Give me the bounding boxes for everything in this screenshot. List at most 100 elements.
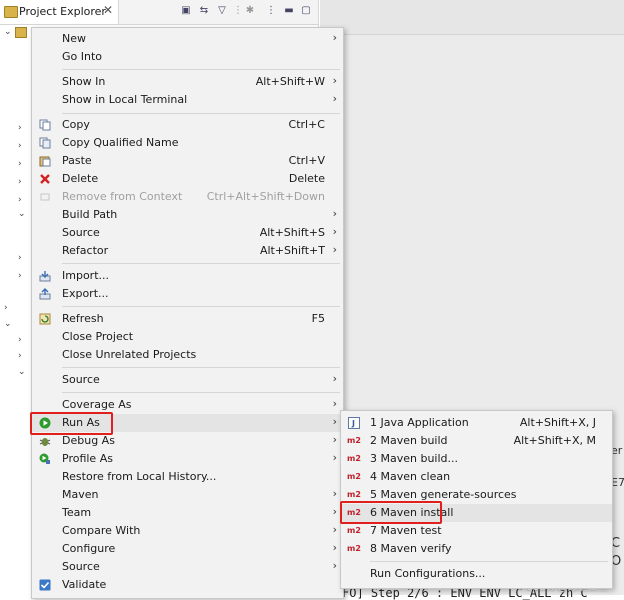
menu-item-compare-with[interactable]: Compare With ›: [32, 522, 343, 540]
menu-separator: [62, 113, 340, 114]
menu-item-label: Validate: [62, 578, 107, 591]
menu-item-import[interactable]: Import...: [32, 267, 343, 285]
menu-item-label: Configure: [62, 542, 116, 555]
menu-item-show-in[interactable]: Show In Alt+Shift+W ›: [32, 73, 343, 91]
expand-chevron-icon[interactable]: ⌄: [4, 27, 14, 37]
collapse-chevron-icon[interactable]: ›: [18, 271, 28, 281]
menu-item-restore-local-history[interactable]: Restore from Local History...: [32, 468, 343, 486]
collapse-chevron-icon[interactable]: ›: [18, 177, 28, 187]
menu-item-maven[interactable]: Maven ›: [32, 486, 343, 504]
collapse-chevron-icon[interactable]: ›: [18, 141, 28, 151]
svg-text:J: J: [351, 419, 355, 428]
delete-icon: [39, 173, 51, 185]
menu-item-copy-qualified-name[interactable]: Copy Qualified Name: [32, 134, 343, 152]
collapse-chevron-icon[interactable]: ›: [18, 351, 28, 361]
menu-item-shortcut: Ctrl+V: [288, 154, 325, 167]
expand-chevron-icon[interactable]: ⌄: [4, 319, 14, 329]
menu-item-label: Profile As: [62, 452, 113, 465]
checkbox-checked-icon: [39, 579, 51, 591]
link-editor-icon[interactable]: ⇆: [198, 5, 210, 17]
maximize-icon[interactable]: ▢: [300, 5, 312, 17]
submenu-arrow-icon: ›: [332, 225, 337, 238]
menu-item-go-into[interactable]: Go Into: [32, 48, 343, 66]
tab-label: Project Explorer: [19, 5, 106, 18]
collapse-chevron-icon[interactable]: ›: [18, 253, 28, 263]
submenu-item-label: 4 Maven clean: [370, 470, 451, 483]
tab-project-explorer[interactable]: Project Explorer ✕: [0, 0, 119, 24]
submenu-arrow-icon: ›: [332, 541, 337, 554]
close-icon[interactable]: ✕: [103, 3, 113, 17]
submenu-arrow-icon: ›: [332, 451, 337, 464]
submenu-item-label: 8 Maven verify: [370, 542, 452, 555]
menu-item-export[interactable]: Export...: [32, 285, 343, 303]
menu-item-close-unrelated-projects[interactable]: Close Unrelated Projects: [32, 346, 343, 364]
submenu-item-maven-clean[interactable]: m2 4 Maven clean: [341, 468, 612, 486]
menu-item-label: Team: [62, 506, 92, 519]
more-options-icon[interactable]: ⋮: [232, 5, 244, 17]
menu-item-show-in-terminal[interactable]: Show in Local Terminal ›: [32, 91, 343, 109]
minimize-icon[interactable]: ▬: [283, 5, 295, 17]
submenu-item-maven-verify[interactable]: m2 8 Maven verify: [341, 540, 612, 558]
menu-item-profile-as[interactable]: Profile As ›: [32, 450, 343, 468]
menu-item-paste[interactable]: Paste Ctrl+V: [32, 152, 343, 170]
settings-icon[interactable]: ✱: [244, 5, 256, 17]
submenu-item-label: 1 Java Application: [370, 416, 469, 429]
collapse-chevron-icon[interactable]: ›: [4, 303, 14, 313]
menu-separator: [62, 367, 340, 368]
submenu-item-label: 7 Maven test: [370, 524, 442, 537]
menu-item-shortcut: Alt+Shift+W: [255, 75, 325, 88]
menu-item-build-path[interactable]: Build Path ›: [32, 206, 343, 224]
menu-item-label: Compare With: [62, 524, 141, 537]
menu-item-source-2[interactable]: Source ›: [32, 371, 343, 389]
filter-icon[interactable]: ▽: [216, 5, 228, 17]
java-application-icon: J: [348, 417, 360, 431]
submenu-item-maven-build-dialog[interactable]: m2 3 Maven build...: [341, 450, 612, 468]
menu-item-new[interactable]: New ›: [32, 30, 343, 48]
collapse-chevron-icon[interactable]: ›: [18, 159, 28, 169]
maven-m2-icon: m2: [347, 436, 361, 445]
submenu-item-maven-test[interactable]: m2 7 Maven test: [341, 522, 612, 540]
menu-item-delete[interactable]: Delete Delete: [32, 170, 343, 188]
debug-bug-icon: [39, 435, 51, 447]
expand-chevron-icon[interactable]: ⌄: [18, 367, 28, 377]
view-menu-icon[interactable]: ⋮: [265, 5, 277, 17]
menu-item-label: Source: [62, 373, 100, 386]
submenu-arrow-icon: ›: [332, 559, 337, 572]
submenu-item-label: 2 Maven build: [370, 434, 448, 447]
menu-item-label: Source: [62, 560, 100, 573]
menu-item-label: Copy: [62, 118, 90, 131]
remove-context-icon: [39, 191, 51, 203]
menu-item-label: Delete: [62, 172, 99, 185]
collapse-chevron-icon[interactable]: ›: [18, 335, 28, 345]
copy-icon: [39, 119, 51, 131]
submenu-item-run-configurations[interactable]: Run Configurations...: [341, 565, 612, 583]
menu-item-source-3[interactable]: Source ›: [32, 558, 343, 576]
maven-install-highlight-box: [340, 501, 442, 524]
menu-item-configure[interactable]: Configure ›: [32, 540, 343, 558]
submenu-item-label: Run Configurations...: [370, 567, 486, 580]
submenu-arrow-icon: ›: [332, 92, 337, 105]
export-icon: [39, 288, 51, 300]
menu-item-copy[interactable]: Copy Ctrl+C: [32, 116, 343, 134]
collapse-chevron-icon[interactable]: ›: [18, 195, 28, 205]
submenu-separator: [370, 561, 608, 562]
menu-item-label: Go Into: [62, 50, 103, 63]
submenu-item-shortcut: Alt+Shift+X, J: [519, 416, 596, 429]
menu-item-refresh[interactable]: Refresh F5: [32, 310, 343, 328]
menu-item-team[interactable]: Team ›: [32, 504, 343, 522]
menu-separator: [62, 306, 340, 307]
collapse-chevron-icon[interactable]: ›: [18, 123, 28, 133]
submenu-item-java-application[interactable]: J 1 Java Application Alt+Shift+X, J: [341, 414, 612, 432]
menu-item-label: New: [62, 32, 86, 45]
menu-item-validate[interactable]: Validate: [32, 576, 343, 594]
menu-item-label: Remove from Context: [62, 190, 183, 203]
menu-item-label: Show In: [62, 75, 106, 88]
menu-item-close-project[interactable]: Close Project: [32, 328, 343, 346]
submenu-item-maven-build[interactable]: m2 2 Maven build Alt+Shift+X, M: [341, 432, 612, 450]
expand-chevron-icon[interactable]: ⌄: [18, 209, 28, 219]
maven-m2-icon: m2: [347, 490, 361, 499]
menu-item-source[interactable]: Source Alt+Shift+S ›: [32, 224, 343, 242]
collapse-all-icon[interactable]: ▣: [180, 5, 192, 17]
maven-m2-icon: m2: [347, 454, 361, 463]
menu-item-refactor[interactable]: Refactor Alt+Shift+T ›: [32, 242, 343, 260]
